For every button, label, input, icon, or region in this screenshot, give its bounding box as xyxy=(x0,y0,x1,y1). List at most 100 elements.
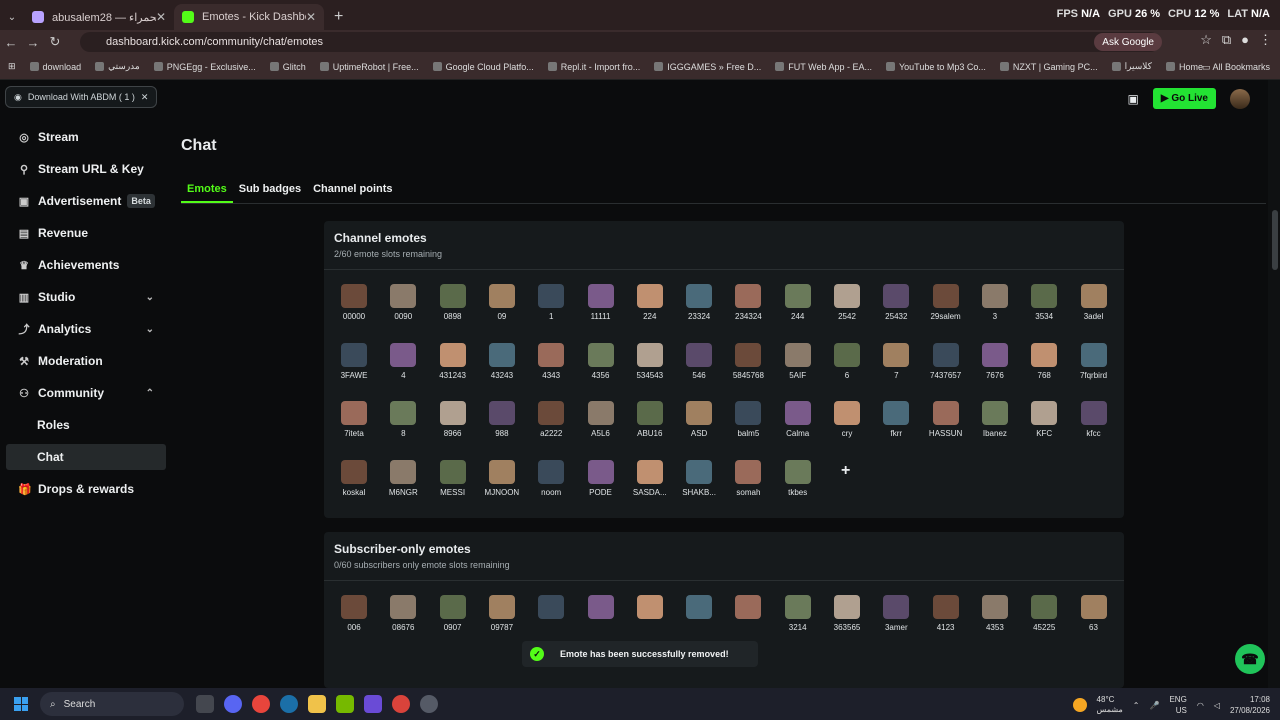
emote-item[interactable]: 6 xyxy=(827,342,867,380)
chrome-icon[interactable] xyxy=(252,695,270,713)
tab-list-button[interactable]: ⌄ xyxy=(0,4,24,30)
sidebar-item-moderation[interactable]: ⚒ Moderation xyxy=(6,348,166,374)
bookmark[interactable]: Repl.it - Import fro... xyxy=(547,62,640,72)
chevron-icon[interactable]: ⌄ xyxy=(146,292,154,303)
emote-item[interactable]: cry xyxy=(827,401,867,438)
emote-item[interactable]: 7 xyxy=(876,342,916,380)
scrollbar-thumb[interactable] xyxy=(1272,210,1278,270)
sidebar-item-roles[interactable]: Roles xyxy=(6,412,166,438)
language[interactable]: ENG US xyxy=(1169,694,1186,716)
avatar[interactable] xyxy=(1230,88,1250,109)
emote-item[interactable]: MJNOON xyxy=(482,460,522,497)
sidebar-item-chat[interactable]: Chat xyxy=(6,444,166,470)
emote-item[interactable]: 09 xyxy=(482,284,522,321)
emote-item[interactable]: 4 xyxy=(383,342,423,380)
sidebar-item-analytics[interactable]: ⤴ Analytics ⌄ xyxy=(6,316,166,342)
emote-item[interactable]: 3534 xyxy=(1024,284,1064,321)
reload-icon[interactable]: ↻ xyxy=(44,34,66,50)
support-chat-button[interactable]: ☎ xyxy=(1235,644,1265,674)
emote-item[interactable]: balm5 xyxy=(728,401,768,438)
emote-item[interactable]: 4123 xyxy=(926,595,966,632)
emote-item[interactable]: SASDA... xyxy=(630,460,670,497)
chevron-icon[interactable]: ⌄ xyxy=(146,324,154,335)
emote-item[interactable]: 4353 xyxy=(975,595,1015,632)
emote-item[interactable]: 63 xyxy=(1074,595,1114,632)
emote-item[interactable]: 8966 xyxy=(433,401,473,438)
emote-item[interactable]: 29salem xyxy=(926,284,966,321)
address-bar[interactable]: dashboard.kick.com/community/chat/emotes xyxy=(80,32,1160,52)
emote-item[interactable]: 3214 xyxy=(778,595,818,632)
emote-item[interactable]: kfcc xyxy=(1074,401,1114,438)
sidebar-item-stream[interactable]: ◎ Stream xyxy=(6,124,166,150)
emote-item[interactable] xyxy=(679,595,719,623)
emote-item[interactable]: 3adel xyxy=(1074,284,1114,321)
bookmark[interactable]: مدرستي xyxy=(95,61,140,72)
nvidia-icon[interactable] xyxy=(336,695,354,713)
app-icon[interactable] xyxy=(364,695,382,713)
emote-item[interactable]: fkrr xyxy=(876,401,916,438)
close-icon[interactable]: ✕ xyxy=(141,92,149,103)
new-tab-button[interactable]: + xyxy=(324,4,353,30)
bookmark[interactable]: IGGGAMES » Free D... xyxy=(654,62,761,72)
bookmark[interactable]: Glitch xyxy=(269,62,306,72)
browser-tab[interactable]: abusalem28 — المنطقة الحمراء✕ xyxy=(24,4,174,30)
emote-item[interactable]: ABU16 xyxy=(630,401,670,438)
emote-item[interactable]: tkbes xyxy=(778,460,818,497)
emote-item[interactable]: a2222 xyxy=(531,401,571,438)
emote-item[interactable]: 0898 xyxy=(433,284,473,321)
emote-item[interactable]: 0907 xyxy=(433,595,473,632)
emote-item[interactable]: noom xyxy=(531,460,571,497)
emote-item[interactable] xyxy=(630,595,670,623)
star-icon[interactable]: ☆ xyxy=(1200,32,1212,48)
emote-item[interactable]: 546 xyxy=(679,342,719,380)
windows-start-icon[interactable] xyxy=(14,697,28,711)
emote-item[interactable]: 244 xyxy=(778,284,818,321)
bookmark[interactable]: PNGEgg - Exclusive... xyxy=(153,62,256,72)
emote-item[interactable]: 4343 xyxy=(531,342,571,380)
emote-item[interactable]: 1 xyxy=(531,284,571,321)
emote-item[interactable]: 11111 xyxy=(581,284,621,321)
emote-item[interactable]: 00000 xyxy=(334,284,374,321)
menu-icon[interactable]: ⋮ xyxy=(1259,32,1272,48)
scrollbar[interactable] xyxy=(1268,80,1280,688)
emote-item[interactable]: KFC xyxy=(1024,401,1064,438)
emote-item[interactable] xyxy=(581,595,621,623)
clock[interactable]: 17:08 27/08/2026 xyxy=(1230,694,1270,716)
bookmark[interactable]: download xyxy=(29,62,81,72)
emote-item[interactable]: 43243 xyxy=(482,342,522,380)
emote-item[interactable]: 768 xyxy=(1024,342,1064,380)
chevron-up-icon[interactable]: ⌃ xyxy=(1133,701,1140,710)
emote-item[interactable]: 23324 xyxy=(679,284,719,321)
emote-item[interactable]: 3amer xyxy=(876,595,916,632)
emote-item[interactable]: HASSUN xyxy=(926,401,966,438)
bookmark[interactable]: FUT Web App - EA... xyxy=(775,62,872,72)
sidebar-item-community[interactable]: ⚇ Community ⌃ xyxy=(6,380,166,406)
volume-icon[interactable]: ◁ xyxy=(1214,701,1220,710)
sidebar-item-achievements[interactable]: ♛ Achievements xyxy=(6,252,166,278)
apps-icon[interactable]: ⊞ xyxy=(8,61,16,72)
bookmark[interactable]: Home xyxy=(1165,62,1203,72)
emote-item[interactable]: 2542 xyxy=(827,284,867,321)
emote-item[interactable]: 234324 xyxy=(728,284,768,321)
taskbar-search[interactable]: ⌕ Search xyxy=(40,692,184,716)
extension-icon[interactable]: ⧉ xyxy=(1222,32,1231,48)
file-icon[interactable] xyxy=(196,695,214,713)
emote-item[interactable]: 09787 xyxy=(482,595,522,632)
tab-sub-badges[interactable]: Sub badges xyxy=(233,180,307,203)
emote-item[interactable]: 7iteta xyxy=(334,401,374,438)
steam-icon[interactable] xyxy=(280,695,298,713)
folder-icon[interactable] xyxy=(308,695,326,713)
emote-item[interactable]: 3 xyxy=(975,284,1015,321)
close-icon[interactable]: ✕ xyxy=(156,10,166,24)
emote-item[interactable]: 7437657 xyxy=(926,342,966,380)
close-icon[interactable]: ✕ xyxy=(306,10,316,24)
emote-item[interactable]: SHAKB... xyxy=(679,460,719,497)
wifi-icon[interactable]: ◠ xyxy=(1197,701,1204,710)
sidebar-item-advertisement[interactable]: ▣ Advertisement Beta xyxy=(6,188,166,214)
go-live-button[interactable]: ▶ Go Live xyxy=(1152,88,1216,109)
emote-item[interactable]: 534543 xyxy=(630,342,670,380)
bookmark[interactable]: YouTube to Mp3 Co... xyxy=(885,62,986,72)
emote-item[interactable]: 363565 xyxy=(827,595,867,632)
profile-icon[interactable]: ● xyxy=(1241,32,1249,48)
camera-icon[interactable]: ▣ xyxy=(1128,92,1139,106)
